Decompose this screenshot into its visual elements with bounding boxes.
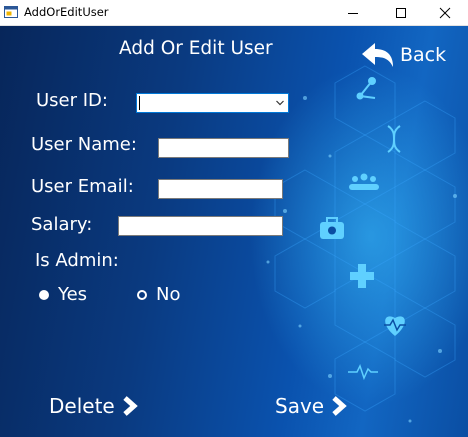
user-email-field[interactable] (158, 179, 283, 199)
maximize-icon (396, 7, 406, 18)
chevron-right-icon (123, 396, 138, 416)
is-admin-yes-radio[interactable]: Yes (39, 284, 87, 305)
is-admin-label: Is Admin: (35, 250, 119, 271)
chevron-down-icon[interactable] (275, 98, 285, 108)
minimize-button[interactable] (330, 0, 376, 25)
save-button[interactable]: Save (275, 394, 348, 418)
form-heading: Add Or Edit User (119, 38, 273, 59)
save-label: Save (275, 394, 325, 418)
user-name-label: User Name: (31, 134, 137, 155)
back-arrow-icon (362, 43, 393, 67)
is-admin-no-radio[interactable]: No (137, 284, 180, 305)
app-form-icon (4, 6, 18, 18)
user-id-combobox[interactable] (136, 93, 289, 113)
salary-field[interactable] (118, 216, 283, 236)
window-titlebar[interactable]: AddOrEditUser (0, 0, 468, 26)
delete-button[interactable]: Delete (49, 394, 139, 418)
user-email-label: User Email: (31, 176, 134, 197)
radio-checked-indicator (39, 289, 49, 300)
text-caret (139, 96, 140, 110)
user-id-label: User ID: (36, 90, 108, 111)
close-button[interactable] (422, 0, 468, 25)
back-button[interactable]: Back (360, 41, 446, 69)
delete-label: Delete (49, 394, 115, 418)
chevron-right-icon (332, 396, 347, 416)
salary-label: Salary: (31, 214, 93, 235)
background-glow (250, 66, 468, 406)
radio-unchecked-indicator (137, 289, 147, 300)
minimize-icon (348, 12, 358, 14)
close-icon (439, 7, 451, 18)
form-client-area: Add Or Edit User Back User ID: User Name… (0, 26, 468, 437)
is-admin-no-label: No (156, 284, 181, 305)
is-admin-yes-label: Yes (58, 284, 88, 305)
window-title: AddOrEditUser (24, 5, 109, 19)
user-name-field[interactable] (158, 138, 289, 158)
maximize-button[interactable] (378, 0, 424, 25)
back-label: Back (400, 44, 447, 66)
